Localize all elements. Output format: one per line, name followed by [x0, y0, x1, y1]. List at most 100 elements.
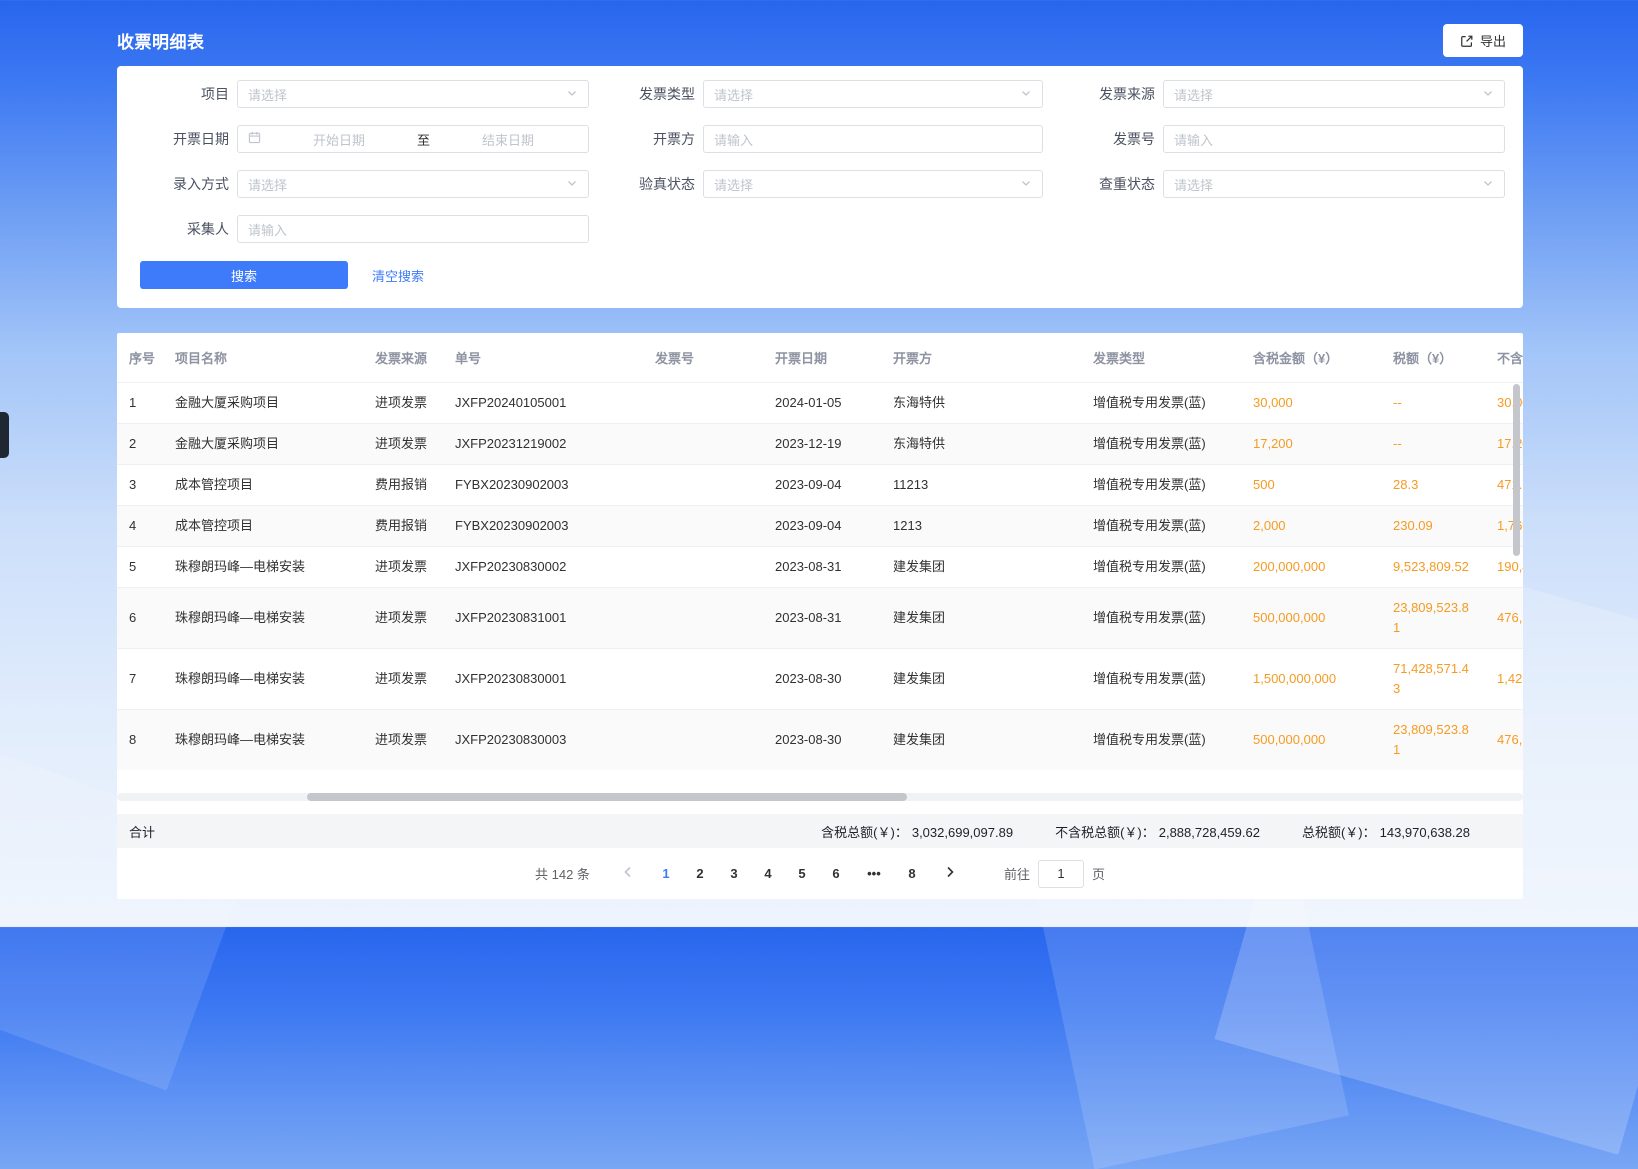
goto-page-input[interactable] [1038, 860, 1084, 888]
filter-label: 发票类型 [615, 84, 695, 104]
table-cell: JXFP20230831001 [443, 588, 643, 649]
table-row: 2金融大厦采购项目进项发票JXFP202312190022023-12-19东海… [117, 424, 1523, 465]
table-cell: 费用报销 [363, 506, 443, 547]
table-cell [643, 424, 763, 465]
page-button-last[interactable]: 8 [898, 860, 926, 888]
pagination-total: 共 142 条 [535, 864, 590, 883]
issuer-input[interactable]: 请输入 [703, 125, 1043, 153]
table-cell: 2023-08-31 [763, 588, 881, 649]
table-panel: 序号项目名称发票来源单号发票号开票日期开票方发票类型含税金额（¥）税额（¥）不含… [117, 333, 1523, 899]
filter-label: 发票号 [1069, 129, 1155, 149]
clear-search-link[interactable]: 清空搜索 [372, 266, 424, 285]
filter-panel: 项目 请选择 开票日期 [117, 66, 1523, 308]
page-button[interactable]: 3 [720, 860, 748, 888]
table-row: 4成本管控项目费用报销FYBX202309020032023-09-041213… [117, 506, 1523, 547]
table-row: 1金融大厦采购项目进项发票JXFP202401050012024-01-05东海… [117, 383, 1523, 424]
collector-input[interactable]: 请输入 [237, 215, 589, 243]
table-cell: 成本管控项目 [163, 506, 363, 547]
goto-suffix: 页 [1092, 864, 1105, 883]
page-button[interactable]: 5 [788, 860, 816, 888]
filter-label: 开票方 [615, 129, 695, 149]
verify-status-select[interactable]: 请选择 [703, 170, 1043, 198]
column-header: 序号 [117, 333, 163, 383]
table-cell: 2023-12-19 [763, 424, 881, 465]
page-button[interactable]: 6 [822, 860, 850, 888]
page-list: 123456 [652, 860, 850, 888]
table-cell: 增值税专用发票(蓝) [1081, 465, 1241, 506]
page-button[interactable]: 2 [686, 860, 714, 888]
chevron-left-icon [621, 865, 635, 882]
calendar-icon [248, 131, 261, 147]
table-cell: 2023-08-31 [763, 547, 881, 588]
total-tax: 总税额(￥)：143,970,638.28 [1302, 822, 1470, 841]
table-cell: 476,190,476.19 [1485, 588, 1523, 649]
invoice-type-select[interactable]: 请选择 [703, 80, 1043, 108]
table-cell: 23,809,523.81 [1381, 588, 1485, 649]
table-cell: 进项发票 [363, 383, 443, 424]
page-ellipsis-button[interactable]: ••• [860, 860, 888, 888]
table-cell: 东海特供 [881, 424, 1081, 465]
goto-prefix: 前往 [1004, 864, 1030, 883]
filter-field-collector: 采集人 请输入 [137, 215, 589, 243]
column-header: 发票号 [643, 333, 763, 383]
export-button[interactable]: 导出 [1443, 24, 1523, 57]
duplicate-status-select[interactable]: 请选择 [1163, 170, 1505, 198]
start-date-placeholder: 开始日期 [269, 130, 409, 149]
table-body: 1金融大厦采购项目进项发票JXFP202401050012024-01-05东海… [117, 383, 1523, 771]
chevron-down-icon [566, 177, 578, 192]
table-cell: FYBX20230902003 [443, 465, 643, 506]
table-cell: 成本管控项目 [163, 465, 363, 506]
table-cell: 建发集团 [881, 547, 1081, 588]
table-cell: 8 [117, 710, 163, 771]
column-header: 含税金额（¥） [1241, 333, 1381, 383]
horizontal-scrollbar-thumb[interactable] [307, 793, 907, 801]
page-button[interactable]: 4 [754, 860, 782, 888]
column-header: 不含税金额（¥） [1485, 333, 1523, 383]
page-button[interactable]: 1 [652, 860, 680, 888]
table-cell: 500,000,000 [1241, 588, 1381, 649]
table-cell: 进项发票 [363, 424, 443, 465]
column-header: 项目名称 [163, 333, 363, 383]
table-cell: 东海特供 [881, 383, 1081, 424]
table-cell: 7 [117, 649, 163, 710]
table-cell: 增值税专用发票(蓝) [1081, 383, 1241, 424]
goto-page: 前往 页 [1004, 860, 1105, 888]
column-header: 单号 [443, 333, 643, 383]
search-button[interactable]: 搜索 [140, 261, 348, 289]
column-header: 发票类型 [1081, 333, 1241, 383]
select-placeholder: 请选择 [248, 85, 287, 104]
invoice-number-input[interactable]: 请输入 [1163, 125, 1505, 153]
table-cell: JXFP20230830002 [443, 547, 643, 588]
project-select[interactable]: 请选择 [237, 80, 589, 108]
invoice-date-range[interactable]: 开始日期 至 结束日期 [237, 125, 589, 153]
table-cell: FYBX20230902003 [443, 506, 643, 547]
pagination: 共 142 条 123456 ••• 8 前往 页 [117, 848, 1523, 899]
vertical-scrollbar-thumb[interactable] [1513, 384, 1520, 556]
table-cell: 建发集团 [881, 588, 1081, 649]
table-cell: 增值税专用发票(蓝) [1081, 710, 1241, 771]
table-cell: 200,000,000 [1241, 547, 1381, 588]
select-placeholder: 请选择 [714, 175, 753, 194]
table-cell: JXFP20240105001 [443, 383, 643, 424]
invoice-source-select[interactable]: 请选择 [1163, 80, 1505, 108]
table-cell: 3 [117, 465, 163, 506]
prev-page-button[interactable] [614, 860, 642, 888]
table-cell: 11213 [881, 465, 1081, 506]
table-cell: 2023-09-04 [763, 465, 881, 506]
export-icon [1460, 34, 1474, 48]
entry-method-select[interactable]: 请选择 [237, 170, 589, 198]
filter-label: 验真状态 [615, 174, 695, 194]
column-header: 税额（¥） [1381, 333, 1485, 383]
table-cell [643, 649, 763, 710]
table-cell [643, 547, 763, 588]
next-page-button[interactable] [936, 860, 964, 888]
input-placeholder: 请输入 [714, 130, 753, 149]
left-drawer-handle[interactable] [0, 412, 9, 458]
table-cell [643, 465, 763, 506]
select-placeholder: 请选择 [1174, 175, 1213, 194]
table-cell: 进项发票 [363, 547, 443, 588]
filter-field-entry-method: 录入方式 请选择 [137, 170, 589, 198]
table-cell: 费用报销 [363, 465, 443, 506]
page-title: 收票明细表 [117, 28, 205, 53]
table-cell: 30,000 [1241, 383, 1381, 424]
